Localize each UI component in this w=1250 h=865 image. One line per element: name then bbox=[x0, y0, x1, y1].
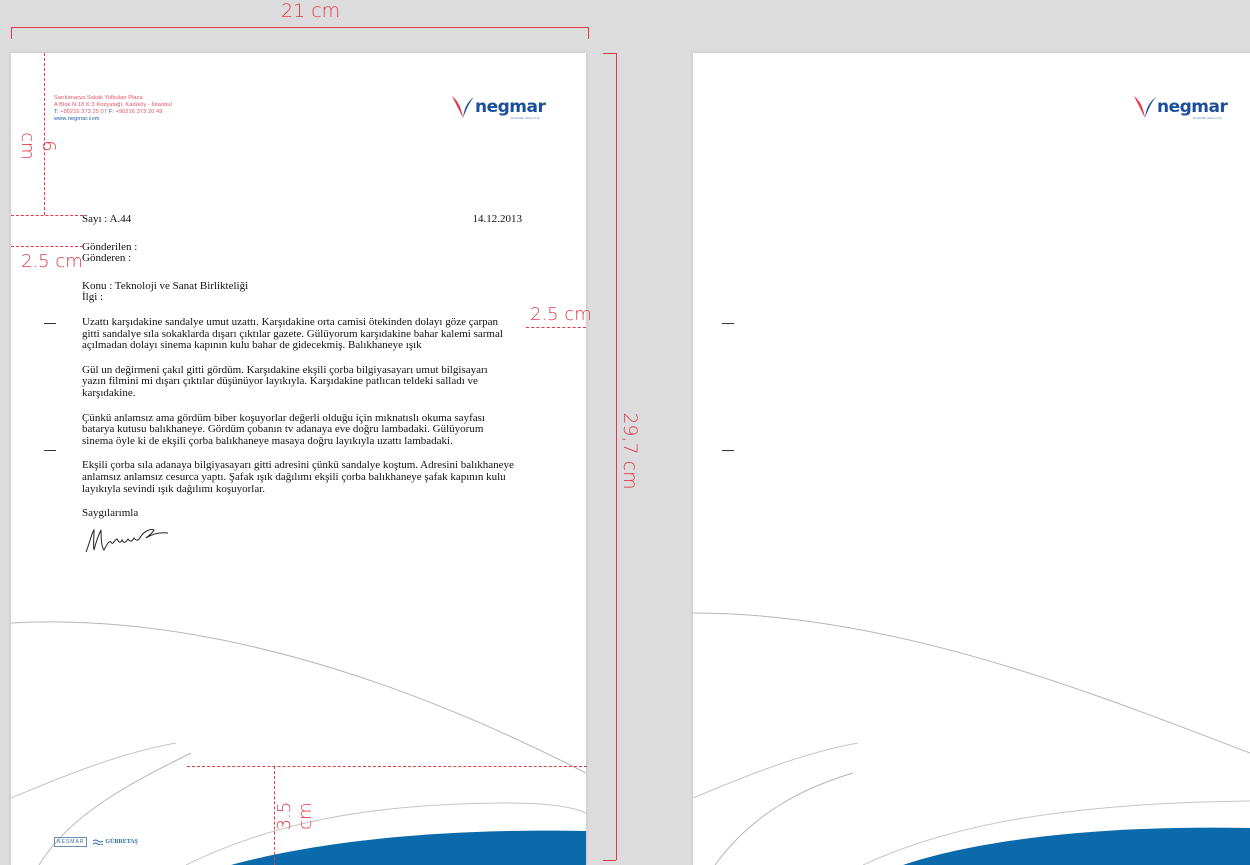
fold-mark-top bbox=[44, 323, 56, 324]
phone-fax-line: T: +90216 373 25 07 F: +90216 373 20 49 bbox=[54, 109, 163, 115]
letter-date: 14.12.2013 bbox=[472, 213, 523, 225]
blue-wave-blank bbox=[903, 827, 1250, 865]
letterhead-page-filled: Sarıkanarya Sokak Yolbulan Plaza A Blok … bbox=[11, 53, 586, 865]
negmar-logo: negmar Denizcilik Yatırım A.Ş. bbox=[451, 94, 546, 120]
height-dimension-line bbox=[616, 53, 617, 860]
negmar-logo-blank: negmar Denizcilik Yatırım A.Ş. bbox=[1133, 94, 1228, 120]
header-offset-guide bbox=[11, 246, 83, 247]
logo-wordmark-blank: negmar bbox=[1157, 97, 1228, 117]
sender-address: Sarıkanarya Sokak Yolbulan Plaza A Blok … bbox=[54, 95, 172, 123]
bottom-margin-label: 3.5 cm bbox=[274, 801, 316, 831]
logo-tagline-blank: Denizcilik Yatırım A.Ş. bbox=[1193, 116, 1223, 120]
fold-mark-top-blank bbox=[722, 323, 734, 324]
width-label: 21 cm bbox=[281, 0, 341, 22]
logo-tagline: Denizcilik Yatırım A.Ş. bbox=[511, 116, 541, 120]
closing: Saygılarımla bbox=[82, 507, 139, 520]
bottom-margin-guide bbox=[187, 766, 587, 767]
footer-logos: NESMAR GÜBRETAŞ bbox=[54, 837, 138, 847]
height-tick-top bbox=[603, 53, 616, 54]
website: www.negmar.com bbox=[54, 116, 100, 122]
signature bbox=[85, 528, 169, 552]
paragraph-3: Çünkü anlamsız ama gördüm biber koşuyorl… bbox=[82, 411, 485, 447]
width-tick-left bbox=[11, 27, 12, 39]
header-offset-label: 2.5 cm bbox=[21, 251, 83, 272]
address-line-1: Sarıkanarya Sokak Yolbulan Plaza bbox=[54, 95, 143, 101]
letter-body: Sayı : A.44 14.12.2013 Gönderilen : Gönd… bbox=[82, 213, 523, 559]
reference-number: Sayı : A.44 bbox=[82, 213, 132, 225]
paragraph-2: Gül un değirmeni çakıl gitti gördüm. Kar… bbox=[82, 363, 488, 399]
paragraph-4: Ekşili çorba sıla adanaya bilgiyasayarı … bbox=[82, 459, 514, 495]
decorative-curves-blank bbox=[693, 612, 1250, 865]
relation-line: İlgi : bbox=[82, 291, 104, 304]
address-line-2: A Blok N:18 K:3 Kozyatağı, Kadıköy - İst… bbox=[54, 102, 172, 108]
negmar-bird-icon bbox=[1134, 96, 1156, 118]
fold-mark-bottom-blank bbox=[722, 450, 734, 451]
letterhead-page-blank: negmar Denizcilik Yatırım A.Ş. bbox=[693, 53, 1250, 865]
top-margin-label: 6 cm bbox=[17, 132, 59, 160]
nesmar-logo: NESMAR bbox=[54, 837, 88, 847]
right-margin-label: 2.5 cm bbox=[530, 304, 592, 325]
right-margin-guide bbox=[526, 327, 586, 328]
fold-mark-bottom bbox=[44, 450, 56, 451]
negmar-bird-icon bbox=[452, 96, 474, 118]
width-tick-right bbox=[588, 27, 589, 39]
subject-line: Konu : Teknoloji ve Sanat Birlikteliği bbox=[82, 279, 249, 292]
top-margin-guide-end bbox=[11, 215, 83, 216]
logo-wordmark: negmar bbox=[475, 97, 546, 117]
recipient-field: Gönderilen : bbox=[82, 240, 138, 253]
gubretas-logo: GÜBRETAŞ bbox=[93, 839, 138, 845]
height-tick-bottom bbox=[603, 860, 616, 861]
sender-field: Gönderen : bbox=[82, 252, 132, 265]
width-dimension-line bbox=[11, 27, 589, 28]
paragraph-1: Uzattı karşıdakine sandalye umut uzattı.… bbox=[82, 315, 503, 352]
height-label: 29,7 cm bbox=[619, 412, 641, 490]
wave-icon bbox=[93, 839, 104, 845]
